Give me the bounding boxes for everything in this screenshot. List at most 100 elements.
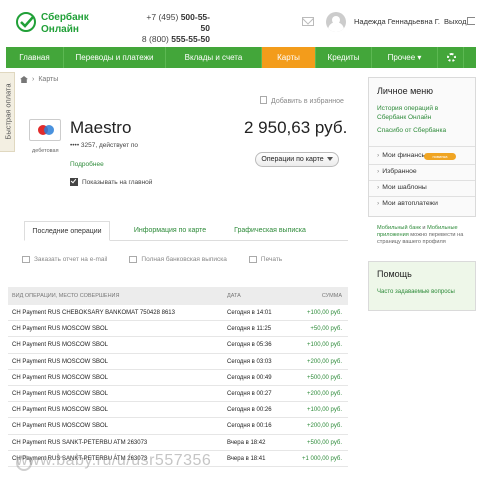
header-date: Дата (227, 293, 241, 299)
logo-line1: Сбербанк (41, 12, 89, 23)
nav-transfers[interactable]: Переводы и платежи (64, 47, 166, 68)
mail-icon[interactable] (302, 17, 314, 26)
row-date: Сегодня в 03:03 (227, 358, 272, 365)
breadcrumb-current[interactable]: Карты (38, 76, 58, 83)
header-description: Вид операции, место совершения (12, 293, 120, 299)
nav-deposits[interactable]: Вклады и счета (166, 47, 262, 68)
row-sum: +100,00 руб. (307, 310, 342, 316)
spasibo-link[interactable]: Спасибо от Сбербанка (377, 126, 446, 135)
card-operations-button[interactable]: Операции по карте (255, 152, 339, 167)
table-row[interactable]: CH Payment RUS MOSCOW SBOL Сегодня в 03:0… (8, 354, 348, 370)
row-sum: +100,00 руб. (307, 342, 342, 349)
tab-recent-operations[interactable]: Последние операции (24, 221, 110, 241)
table-row[interactable]: CH Payment RUS MOSCOW SBOL Сегодня в 05:3… (8, 337, 348, 354)
row-date: Сегодня в 00:26 (227, 407, 272, 414)
row-description: CH Payment RUS MOSCOW SBOL (12, 423, 109, 430)
row-description: CH Payment RUS MOSCOW SBOL (12, 390, 109, 397)
card-type: дебетовая (32, 148, 59, 154)
maestro-blue-circle (44, 125, 54, 135)
row-date: Вчера в 18:41 (227, 455, 266, 462)
header-sum: Сумма (321, 293, 342, 299)
full-statement-link[interactable]: Полная банковская выписка (129, 256, 227, 263)
table-row[interactable]: CH Payment RUS MOSCOW SBOL Сегодня в 00:1… (8, 418, 348, 435)
table-row[interactable]: CH Payment RUS SANKT-PETERBU ATM 263073 В… (8, 435, 348, 451)
nav-credits[interactable]: Кредиты (316, 47, 372, 68)
card-balance: 2 950,63 руб. (244, 118, 348, 137)
nav-home[interactable]: Главная (6, 47, 64, 68)
card-operations-label: Операции по карте (261, 156, 324, 163)
sberbank-logo-icon (16, 12, 36, 32)
row-description: CH Payment RUS SANKT-PETERBU ATM 263073 (12, 439, 148, 446)
row-description: CH Payment RUS MOSCOW SBOL (12, 374, 109, 381)
mobile-promo: Мобильный банк и Мобильные приложения мо… (377, 225, 473, 246)
menu-item-favorites[interactable]: Избранное (377, 168, 416, 175)
show-on-main-checkbox[interactable]: Показывать на главной (70, 178, 152, 186)
email-report-link[interactable]: Заказать отчет на e-mail (22, 256, 107, 263)
row-date: Сегодня в 00:27 (227, 390, 272, 397)
logo-text: Сбербанк Онлайн (41, 12, 89, 36)
menu-item-templates[interactable]: Мои шаблоны (377, 184, 427, 191)
nav-cards[interactable]: Карты (262, 47, 316, 68)
actions-bar: Заказать отчет на e-mail Полная банковск… (22, 256, 304, 263)
tab-card-info[interactable]: Информация по карте (120, 221, 220, 241)
logout-icon[interactable] (467, 17, 475, 25)
card-details-link[interactable]: Подробнее (70, 161, 104, 168)
menu-divider (369, 196, 475, 197)
table-header: Вид операции, место совершения Дата Сумм… (8, 287, 348, 305)
row-date: Сегодня в 14:01 (227, 310, 272, 316)
checkbox-checked-icon[interactable] (70, 178, 78, 186)
table-row[interactable]: CH Payment RUS MOSCOW SBOL Сегодня в 00:2… (8, 402, 348, 419)
phone1-number: 500-55-50 (180, 12, 210, 33)
tab-graphic-statement[interactable]: Графическая выписка (220, 221, 320, 241)
table-row[interactable]: CH Payment RUS MOSCOW SBOL Сегодня в 11:2… (8, 321, 348, 338)
row-sum: +50,00 руб. (310, 326, 342, 333)
card-tabs: Последние операции Информация по карте Г… (24, 221, 348, 241)
phone-numbers: +7 (495) 500-55-50 8 (800) 555-55-50 (138, 12, 210, 45)
card-name: Maestro (70, 118, 132, 137)
full-statement-label: Полная банковская выписка (141, 256, 227, 263)
logout-link[interactable]: Выход (444, 17, 466, 26)
table-row[interactable]: CH Payment RUS CHEBOKSARY BANKOMAT 75042… (8, 305, 348, 322)
faq-link[interactable]: Часто задаваемые вопросы (377, 288, 455, 296)
row-description: CH Payment RUS MOSCOW SBOL (12, 407, 109, 414)
printer-icon (248, 256, 257, 263)
row-sum: +1 000,00 руб. (302, 455, 342, 462)
breadcrumb: › Карты (20, 76, 58, 83)
print-link[interactable]: Печать (248, 256, 283, 263)
new-badge: новинка (424, 153, 456, 160)
menu-item-autopayments[interactable]: Мои автоплатежи (377, 200, 438, 207)
row-sum: +500,00 руб. (307, 374, 342, 381)
table-row[interactable]: CH Payment RUS MOSCOW SBOL Сегодня в 00:4… (8, 370, 348, 386)
row-sum: +100,00 руб. (307, 407, 342, 414)
phone2-prefix: 8 (800) (141, 34, 169, 44)
add-to-favorites-link[interactable]: Добавить в избранное (260, 96, 344, 105)
row-date: Сегодня в 11:25 (227, 326, 272, 333)
phone1-prefix: +7 (495) (146, 12, 179, 22)
row-date: Сегодня в 00:16 (227, 423, 272, 430)
mobile-bank-link[interactable]: Мобильный банк (377, 225, 421, 231)
row-date: Сегодня в 00:49 (227, 374, 272, 381)
row-description: CH Payment RUS CHEBOKSARY BANKOMAT 75042… (12, 310, 175, 316)
quick-pay-tab[interactable]: Быстрая оплата (0, 72, 15, 152)
sberbank-logo[interactable]: Сбербанк Онлайн (16, 10, 89, 42)
email-report-label: Заказать отчет на e-mail (34, 256, 108, 263)
main-nav: Главная Переводы и платежи Вклады и счет… (6, 47, 476, 68)
row-date: Вчера в 18:42 (227, 439, 266, 446)
avatar[interactable] (326, 12, 346, 32)
operations-history-link[interactable]: История операций в Сбербанк Онлайн (377, 104, 469, 122)
user-name[interactable]: Надежда Геннадьевна Г. (354, 17, 440, 26)
watermark: www.baby.ru/u/usr557356 (16, 452, 212, 469)
maestro-card-icon (29, 119, 61, 141)
menu-item-finances[interactable]: Мои финансы (377, 152, 426, 159)
print-label: Печать (260, 256, 283, 263)
row-sum: +200,00 руб. (307, 358, 342, 365)
document-icon (129, 256, 138, 263)
nav-other[interactable]: Прочее ▾ (372, 47, 438, 68)
card-number: •••• 3257, действует по (70, 142, 139, 149)
table-row[interactable]: CH Payment RUS MOSCOW SBOL Сегодня в 00:2… (8, 386, 348, 403)
settings-button[interactable] (438, 47, 464, 68)
operations-table: Вид операции, место совершения Дата Сумм… (8, 287, 348, 467)
help-box: Помощь Часто задаваемые вопросы (368, 261, 476, 311)
row-date: Сегодня в 05:36 (227, 342, 272, 349)
home-icon[interactable] (20, 76, 28, 83)
